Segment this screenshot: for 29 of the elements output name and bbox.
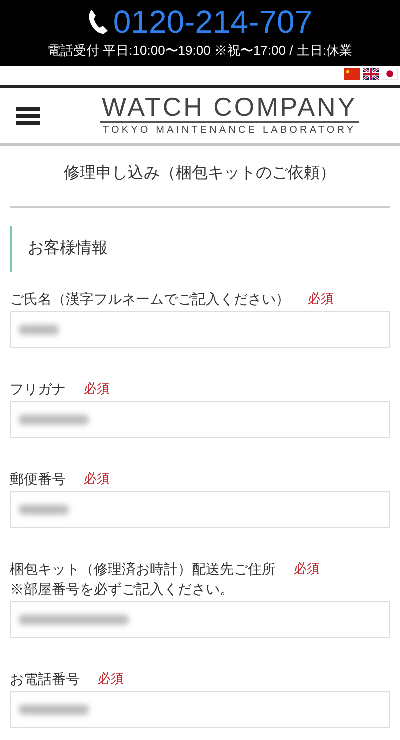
blurred-text xyxy=(19,324,59,334)
required-tag: 必須 xyxy=(308,289,334,309)
required-tag: 必須 xyxy=(84,379,110,399)
required-tag: 必須 xyxy=(294,559,320,579)
blurred-text xyxy=(19,504,69,514)
required-tag: 必須 xyxy=(84,469,110,489)
required-tag: 必須 xyxy=(98,669,124,689)
input-field[interactable] xyxy=(10,691,390,728)
field-label: フリガナ xyxy=(10,380,66,399)
input-field[interactable] xyxy=(10,401,390,438)
blurred-text xyxy=(19,704,89,714)
business-hours: 電話受付 平日:10:00〜19:00 ※祝〜17:00 / 土日:休業 xyxy=(48,42,352,60)
field-note: ※部屋番号を必ずご記入ください。 xyxy=(10,580,235,599)
page-title: 修理申し込み（梱包キットのご依頼） xyxy=(10,146,390,208)
field-label: ご氏名（漢字フルネームでご記入ください） xyxy=(10,290,290,309)
field-label: 梱包キット（修理済お時計）配送先ご住所 xyxy=(10,560,276,579)
flag-icon[interactable] xyxy=(363,68,379,80)
logo-subtitle: TOKYO MAINTENANCE LABORATORY xyxy=(102,124,356,138)
section-title: お客様情報 xyxy=(28,238,108,259)
menu-icon[interactable] xyxy=(16,106,40,126)
input-field[interactable] xyxy=(10,491,390,528)
logo-title[interactable]: WATCH COMPANY xyxy=(100,93,360,123)
field-label: お電話番号 xyxy=(10,670,80,689)
phone-icon xyxy=(87,9,110,35)
phone-number[interactable]: 0120-214-707 xyxy=(113,4,313,40)
blurred-text xyxy=(19,414,89,424)
input-field[interactable] xyxy=(10,311,390,348)
field-label: 郵便番号 xyxy=(10,470,66,489)
input-field[interactable] xyxy=(10,601,390,638)
